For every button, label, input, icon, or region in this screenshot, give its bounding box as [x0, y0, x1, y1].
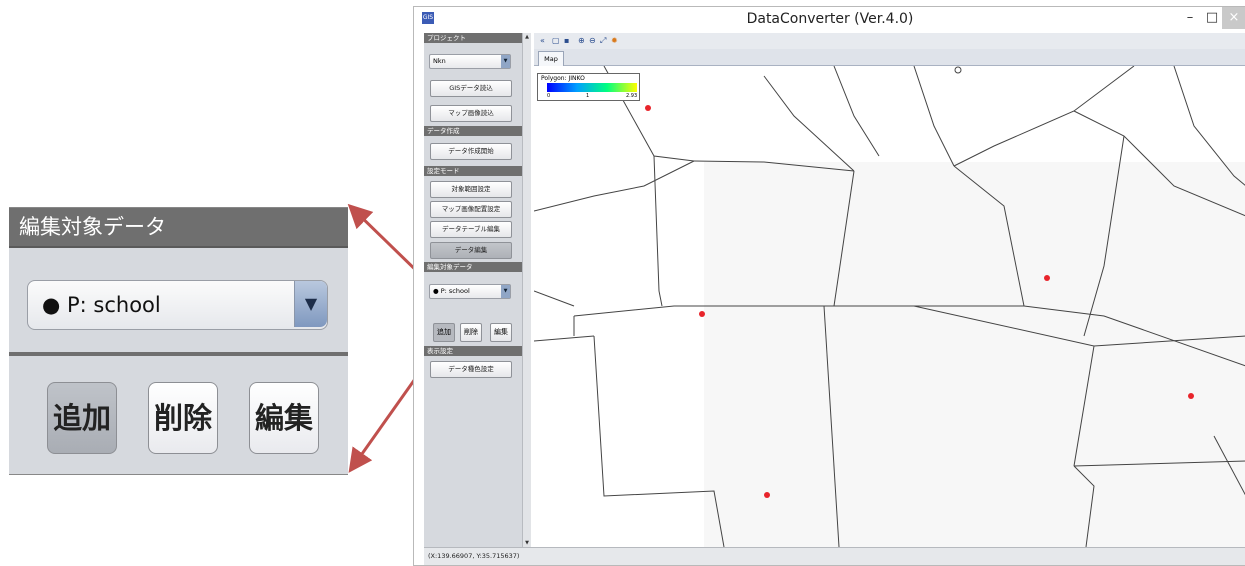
legend-gradient: [547, 83, 637, 92]
road-line: [833, 66, 880, 157]
data-create-header: データ作成: [424, 126, 530, 136]
map-image-area: [704, 162, 1245, 547]
table-edit-button[interactable]: データテーブル編集: [430, 221, 512, 238]
delete-button[interactable]: 削除: [460, 323, 482, 342]
back-icon[interactable]: «: [540, 35, 545, 47]
window-title: DataConverter (Ver.4.0): [746, 11, 914, 27]
road-line: [534, 290, 575, 307]
map-legend: Polygon: JINKO 0 1 2.93: [537, 73, 640, 101]
project-select[interactable]: Nkn ▼: [429, 54, 511, 69]
start-create-button[interactable]: データ作成開始: [430, 143, 512, 160]
settings-icon[interactable]: ✹: [611, 35, 618, 47]
edit-target-header-small: 編集対象データ: [424, 262, 530, 272]
zoom-out-icon[interactable]: ⊖: [589, 35, 596, 47]
legend-max: 2.93: [626, 93, 638, 99]
maximize-button[interactable]: □: [1200, 7, 1224, 29]
load-map-button[interactable]: マップ画像読込: [430, 105, 512, 122]
display-settings-header: 表示設定: [424, 346, 530, 356]
school-point: [1188, 393, 1194, 399]
range-setting-button[interactable]: 対象範囲設定: [430, 181, 512, 198]
control-panel: プロジェクト Nkn ▼ GISデータ読込 マップ画像読込 データ作成 データ作…: [424, 33, 531, 547]
project-header: プロジェクト: [424, 33, 530, 43]
road-line: [534, 335, 595, 342]
road-line: [534, 160, 695, 212]
panel-scrollbar[interactable]: ▲ ▼: [522, 33, 531, 547]
legend-min: 0: [547, 93, 551, 99]
road-line: [913, 66, 955, 167]
school-point: [1044, 275, 1050, 281]
edit-target-select[interactable]: ● P: school ▼: [429, 284, 511, 299]
minimize-button[interactable]: –: [1178, 7, 1202, 29]
color-setting-button[interactable]: データ種色設定: [430, 361, 512, 378]
chevron-down-icon[interactable]: ▼: [501, 285, 510, 298]
scroll-up-icon[interactable]: ▲: [523, 33, 531, 41]
settings-mode-header: 設定モード: [424, 166, 530, 176]
map-marker: [954, 66, 962, 74]
tab-map[interactable]: Map: [538, 51, 564, 66]
map-placement-button[interactable]: マップ画像配置設定: [430, 201, 512, 218]
save-icon[interactable]: ▪: [564, 35, 569, 47]
legend-title: Polygon: JINKO: [541, 75, 585, 82]
toolbar: « ▢ ▪ ⊕ ⊖ ⤢ ✹: [534, 33, 1245, 49]
road-line: [763, 75, 855, 172]
zoom-in-icon[interactable]: ⊕: [578, 35, 585, 47]
map-canvas[interactable]: Polygon: JINKO 0 1 2.93: [534, 66, 1245, 547]
legend-mid: 1: [586, 93, 590, 99]
tab-bar: Map: [534, 49, 1245, 66]
edit-target-value-small: ● P: school: [433, 287, 470, 295]
school-point: [645, 105, 651, 111]
status-bar: (X:139.66907, Y:35.715637): [424, 547, 1245, 565]
add-button[interactable]: 追加: [433, 323, 455, 342]
load-gis-button[interactable]: GISデータ読込: [430, 80, 512, 97]
project-value: Nkn: [433, 57, 446, 65]
school-point: [764, 492, 770, 498]
data-edit-button[interactable]: データ編集: [430, 242, 512, 259]
edit-button[interactable]: 編集: [490, 323, 512, 342]
app-window: GIS DataConverter (Ver.4.0) – □ × プロジェクト…: [413, 6, 1245, 566]
new-icon[interactable]: ▢: [552, 35, 560, 47]
map-polygons: [534, 66, 1245, 547]
close-button[interactable]: ×: [1222, 7, 1245, 29]
scroll-down-icon[interactable]: ▼: [523, 539, 531, 547]
fit-icon[interactable]: ⤢: [600, 35, 606, 47]
road-line: [953, 66, 1135, 167]
title-bar: GIS DataConverter (Ver.4.0) – □ ×: [414, 7, 1245, 32]
chevron-down-icon[interactable]: ▼: [501, 55, 510, 68]
school-point: [699, 311, 705, 317]
